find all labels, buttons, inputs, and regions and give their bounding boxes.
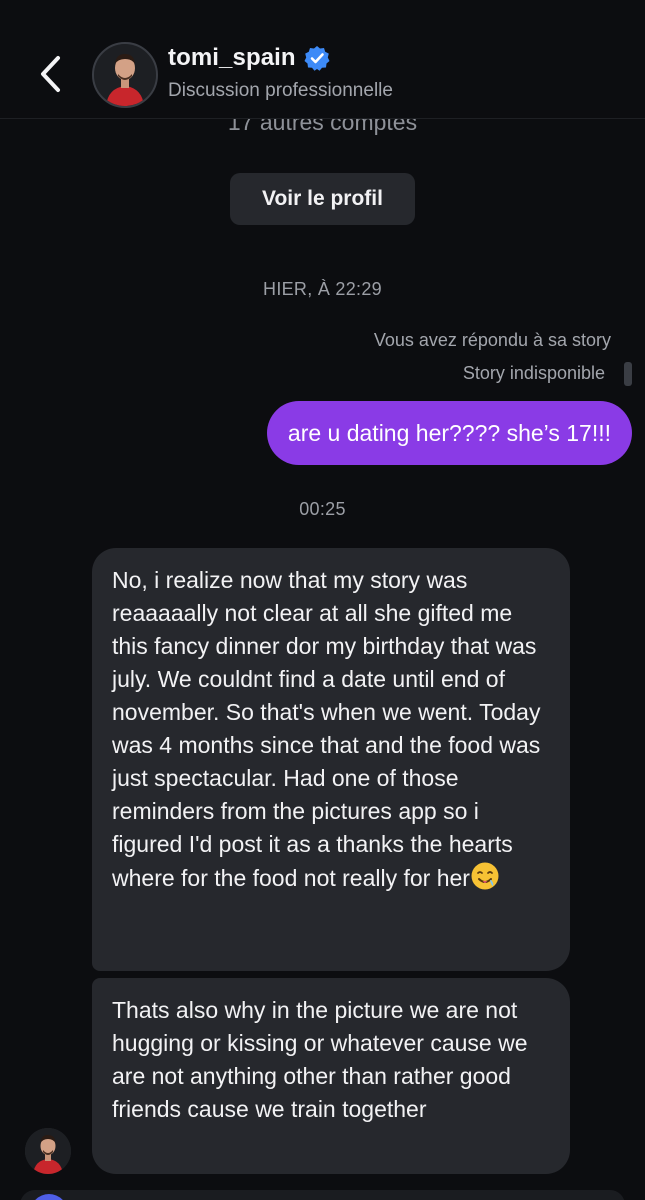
view-profile-button[interactable]: Voir le profil: [230, 173, 415, 225]
dm-conversation-screen: 17 autres comptes tomi_spain Discussion …: [0, 0, 645, 1200]
back-button[interactable]: [30, 50, 70, 98]
received-message-bubble[interactable]: No, i realize now that my story was reaa…: [92, 548, 570, 971]
story-unavailable-note: Story indisponible: [462, 363, 605, 383]
account-type-label: Discussion professionnelle: [168, 80, 393, 101]
contact-avatar[interactable]: [92, 42, 158, 108]
sent-message-bubble[interactable]: are u dating her???? she’s 17!!!: [266, 401, 632, 465]
story-reply-note: Vous avez répondu à sa story: [373, 330, 611, 350]
verified-badge-icon: [304, 46, 330, 71]
chat-header: tomi_spain Discussion professionnelle: [0, 0, 645, 119]
sender-avatar[interactable]: [25, 1128, 71, 1174]
timestamp-yesterday: HIER, À 22:29: [263, 279, 382, 299]
received-message-bubble-2[interactable]: Thats also why in the picture we are not…: [92, 978, 570, 1174]
drooling-face-emoji: [471, 862, 499, 890]
avatar-image-small: [25, 1128, 71, 1174]
received-message-text-2: Thats also why in the picture we are not…: [112, 997, 528, 1122]
contact-name-row[interactable]: tomi_spain: [168, 44, 330, 72]
story-reply-indicator: [624, 362, 632, 386]
avatar-image: [94, 44, 156, 106]
message-composer[interactable]: [20, 1190, 625, 1200]
chevron-left-icon: [41, 56, 60, 92]
timestamp-night: 00:25: [299, 499, 346, 519]
received-message-text: No, i realize now that my story was reaa…: [112, 567, 541, 891]
contact-username: tomi_spain: [168, 44, 296, 71]
